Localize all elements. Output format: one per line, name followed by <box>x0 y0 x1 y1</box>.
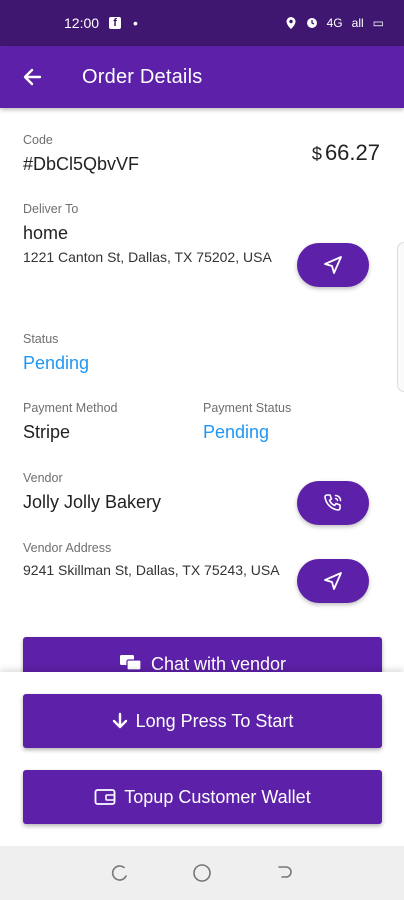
facebook-icon: f <box>109 17 122 29</box>
navigation-arrow-icon <box>324 572 342 590</box>
bottom-action-sheet: Long Press To Start Topup Customer Walle… <box>0 672 404 846</box>
order-total: $66.27 <box>312 140 380 166</box>
location-icon <box>286 17 296 29</box>
back-nav-icon[interactable] <box>274 863 294 883</box>
status-notifications: f • <box>109 15 138 31</box>
navigate-delivery-button[interactable] <box>297 243 369 287</box>
navigate-vendor-button[interactable] <box>297 559 369 603</box>
system-navigation-bar <box>0 846 404 900</box>
order-code: #DbCl5QbvVF <box>23 154 140 174</box>
home-icon[interactable] <box>191 862 213 884</box>
topup-wallet-label: Topup Customer Wallet <box>124 786 311 807</box>
battery-icon: ▭ <box>372 16 384 30</box>
back-button[interactable] <box>20 65 44 89</box>
chat-with-vendor-button[interactable]: Chat with vendor <box>23 637 382 672</box>
network-type-icon: 4G <box>326 16 343 30</box>
payment-method-label: Payment Method <box>23 401 118 415</box>
arrow-left-icon <box>23 68 42 86</box>
status-system-icons: 4G all ▭ <box>285 16 384 30</box>
signal-icon: all <box>351 16 364 30</box>
navigation-arrow-icon <box>324 256 342 274</box>
currency-symbol: $ <box>311 144 322 164</box>
recent-apps-icon[interactable] <box>110 863 130 883</box>
wallet-icon <box>94 789 116 805</box>
notification-dot-icon: • <box>133 15 138 31</box>
app-bar: Order Details <box>0 46 404 108</box>
deliver-to-label: Deliver To <box>23 202 79 216</box>
alarm-icon <box>306 18 317 28</box>
arrow-down-icon <box>112 712 127 729</box>
payment-status-value: Pending <box>203 422 270 442</box>
vendor-name: Jolly Jolly Bakery <box>23 492 162 512</box>
status-label: Status <box>23 332 59 346</box>
status-time: 12:00 <box>64 15 100 31</box>
vendor-label: Vendor <box>23 471 63 485</box>
vendor-address-label: Vendor Address <box>23 541 112 555</box>
chat-bubbles-icon <box>119 655 142 671</box>
deliver-to-address: 1221 Canton St, Dallas, TX 75202, USA <box>23 249 272 265</box>
phone-call-icon <box>324 494 342 511</box>
topup-wallet-button[interactable]: Topup Customer Wallet <box>23 770 382 824</box>
call-vendor-button[interactable] <box>297 481 369 525</box>
order-amount: 66.27 <box>324 140 380 165</box>
code-label: Code <box>23 133 53 147</box>
system-status-bar: 12:00 f • 4G all ▭ <box>0 0 404 46</box>
vendor-address: 9241 Skillman St, Dallas, TX 75243, USA <box>23 562 280 578</box>
long-press-start-button[interactable]: Long Press To Start <box>23 694 382 748</box>
payment-method-value: Stripe <box>23 422 71 442</box>
long-press-start-label: Long Press To Start <box>135 710 294 731</box>
chat-with-vendor-label: Chat with vendor <box>150 653 287 673</box>
side-drawer-handle[interactable] <box>397 242 404 392</box>
deliver-to-name: home <box>23 223 69 243</box>
order-details-content: Code #DbCl5QbvVF $66.27 Deliver To home … <box>0 108 404 672</box>
status-value: Pending <box>23 353 90 373</box>
payment-status-label: Payment Status <box>203 401 292 415</box>
page-title: Order Details <box>82 65 203 88</box>
